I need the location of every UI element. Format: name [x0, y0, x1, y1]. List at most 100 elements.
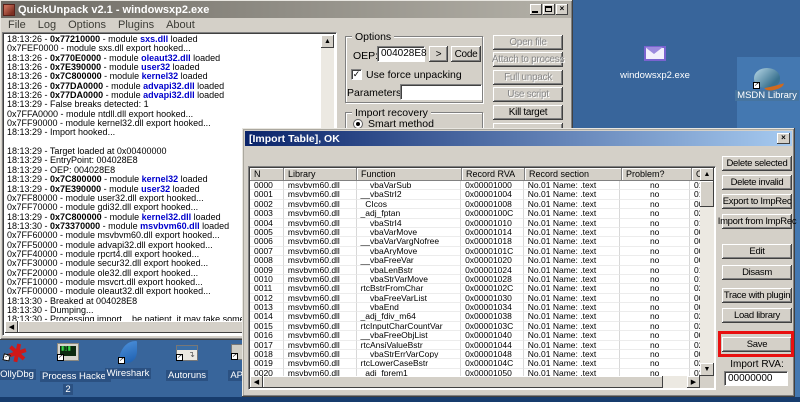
- table-cell: No.01 Name: .text: [524, 303, 621, 312]
- export-to-imprec-button[interactable]: Export to ImpRec: [722, 194, 792, 209]
- column-header-function[interactable]: Function: [357, 168, 462, 181]
- table-cell: no: [620, 228, 690, 237]
- scroll-left-icon[interactable]: ◀: [5, 321, 18, 333]
- table-cell: 0007: [250, 247, 284, 256]
- scrollbar-thumb[interactable]: [263, 376, 663, 388]
- open-file-button[interactable]: Open file: [493, 35, 563, 50]
- import-table-dialog: [Import Table], OK × N Library Function …: [242, 128, 795, 397]
- menu-file[interactable]: File: [8, 19, 26, 31]
- table-row[interactable]: 0017msvbvm60.dllrtcAnsiValueBstr0x000010…: [250, 341, 702, 350]
- scroll-up-icon[interactable]: ▲: [321, 35, 334, 48]
- table-row[interactable]: 0009msvbvm60.dll__vbaLenBstr0x00001024No…: [250, 266, 702, 275]
- kill-target-button[interactable]: Kill target: [493, 105, 563, 120]
- table-cell: __vbaAryMove: [357, 247, 462, 256]
- scroll-up-icon[interactable]: ▲: [700, 168, 714, 181]
- menu-plugins[interactable]: Plugins: [118, 19, 154, 31]
- code-button[interactable]: Code: [451, 46, 481, 62]
- table-cell: __vbaVarSub: [357, 181, 462, 190]
- desktop-icon-process-hacker[interactable]: ▮▯▮↗ Process Hacker 2: [40, 343, 96, 395]
- table-row[interactable]: 0015msvbvm60.dllrtcInputCharCountVar0x00…: [250, 322, 702, 331]
- table-row[interactable]: 0004msvbvm60.dll__vbaStrI40x00001010No.0…: [250, 219, 702, 228]
- parameters-input[interactable]: [400, 84, 482, 100]
- table-cell: __vbaStrI2: [357, 190, 462, 199]
- oep-input[interactable]: 004028E8: [377, 46, 425, 62]
- scroll-right-icon[interactable]: ▶: [687, 376, 700, 388]
- delete-selected-button[interactable]: Delete selected: [722, 156, 792, 171]
- table-horizontal-scrollbar[interactable]: ◀ ▶: [250, 376, 700, 388]
- scrollbar-thumb[interactable]: [18, 321, 248, 333]
- scroll-down-icon[interactable]: ▼: [700, 363, 714, 376]
- table-row[interactable]: 0014msvbvm60.dll_adj_fdiv_m640x00001038N…: [250, 312, 702, 321]
- load-library-button[interactable]: Load library: [722, 308, 792, 323]
- table-row[interactable]: 0002msvbvm60.dll_CIcos0x00001008No.01 Na…: [250, 200, 702, 209]
- column-header-record-rva[interactable]: Record RVA: [462, 168, 525, 181]
- table-cell: 0003: [250, 209, 284, 218]
- table-vertical-scrollbar[interactable]: ▲ ▼: [700, 168, 714, 376]
- quickunpack-app-icon: [3, 4, 15, 16]
- table-row[interactable]: 0018msvbvm60.dll__vbaStrErrVarCopy0x0000…: [250, 350, 702, 359]
- table-cell: No.01 Name: .text: [524, 219, 621, 228]
- table-cell: No.01 Name: .text: [524, 322, 621, 331]
- column-header-n[interactable]: N: [250, 168, 284, 181]
- table-row[interactable]: 0013msvbvm60.dll__vbaEnd0x00001034No.01 …: [250, 303, 702, 312]
- table-row[interactable]: 0001msvbvm60.dll__vbaStrI20x00001004No.0…: [250, 190, 702, 199]
- trace-with-plugin-button[interactable]: Trace with plugin: [722, 288, 792, 303]
- table-cell: no: [620, 256, 690, 265]
- table-row[interactable]: 0019msvbvm60.dllrtcLowerCaseBstr0x000010…: [250, 359, 702, 368]
- maximize-button[interactable]: [543, 4, 555, 15]
- close-icon[interactable]: ×: [777, 133, 790, 144]
- table-cell: No.01 Name: .text: [524, 341, 621, 350]
- table-row[interactable]: 0005msvbvm60.dll__vbaVarMove0x00001014No…: [250, 228, 702, 237]
- force-unpacking-checkbox[interactable]: ✓: [351, 69, 362, 80]
- desktop-icon-autoruns[interactable]: ↴↗ Autoruns: [159, 345, 215, 381]
- table-row[interactable]: 0012msvbvm60.dll__vbaFreeVarList0x000010…: [250, 294, 702, 303]
- delete-invalid-button[interactable]: Delete invalid: [722, 175, 792, 190]
- table-cell: no: [620, 294, 690, 303]
- table-row[interactable]: 0003msvbvm60.dll_adj_fptan0x0000100CNo.0…: [250, 209, 702, 218]
- column-header-library[interactable]: Library: [284, 168, 357, 181]
- table-cell: msvbvm60.dll: [284, 312, 357, 321]
- menu-log[interactable]: Log: [38, 19, 56, 31]
- menu-about[interactable]: About: [166, 19, 195, 31]
- table-cell: __vbaEnd: [357, 303, 462, 312]
- table-row[interactable]: 0016msvbvm60.dll__vbaFreeObjList0x000010…: [250, 331, 702, 340]
- dialog-title: [Import Table], OK: [249, 133, 340, 145]
- disasm-button[interactable]: Disasm: [722, 265, 792, 280]
- dialog-title-bar[interactable]: [Import Table], OK ×: [245, 131, 792, 146]
- table-cell: No.01 Name: .text: [524, 209, 621, 218]
- oep-arrow-button[interactable]: >: [429, 46, 448, 62]
- desktop-icon-windowsxp2[interactable]: windowsxp2.exe: [610, 46, 700, 81]
- table-cell: msvbvm60.dll: [284, 303, 357, 312]
- column-header-record-section[interactable]: Record section: [525, 168, 622, 181]
- desktop-icon-ollydbg[interactable]: ✱↗ OllyDbg: [0, 341, 45, 380]
- table-cell: 0000: [250, 181, 284, 190]
- menu-options[interactable]: Options: [68, 19, 106, 31]
- table-cell: rtcAnsiValueBstr: [357, 341, 462, 350]
- edit-button[interactable]: Edit: [722, 244, 792, 259]
- scrollbar-thumb[interactable]: [700, 181, 714, 207]
- desktop-icon-label: OllyDbg: [0, 369, 36, 380]
- use-script-button[interactable]: Use script: [493, 87, 563, 102]
- desktop-icon-msdn-library[interactable]: ↗ MSDN Library: [734, 68, 800, 101]
- minimize-button[interactable]: [530, 4, 542, 15]
- table-row[interactable]: 0000msvbvm60.dll__vbaVarSub0x00001000No.…: [250, 181, 702, 190]
- window-title-bar[interactable]: QuickUnpack v2.1 - windowsxp2.exe ×: [1, 1, 571, 18]
- table-cell: 0x00001024: [461, 266, 524, 275]
- attach-to-process-button[interactable]: Attach to process: [493, 52, 563, 67]
- table-cell: No.01 Name: .text: [524, 181, 621, 190]
- table-row[interactable]: 0011msvbvm60.dllrtcBstrFromChar0x0000102…: [250, 284, 702, 293]
- table-cell: no: [620, 312, 690, 321]
- table-row[interactable]: 0007msvbvm60.dll__vbaAryMove0x0000101CNo…: [250, 247, 702, 256]
- table-row[interactable]: 0010msvbvm60.dll__vbaStrVarMove0x0000102…: [250, 275, 702, 284]
- import-from-imprec-button[interactable]: Import from ImpRec: [722, 214, 792, 229]
- import-rva-input[interactable]: 00000000: [724, 371, 788, 386]
- table-row[interactable]: 0006msvbvm60.dll__vbaVarVargNofree0x0000…: [250, 237, 702, 246]
- close-icon[interactable]: ×: [556, 4, 568, 15]
- full-unpack-button[interactable]: Full unpack: [493, 70, 563, 85]
- desktop-icon-wireshark[interactable]: ↗ Wireshark: [100, 341, 156, 379]
- table-cell: msvbvm60.dll: [284, 275, 357, 284]
- column-header-problem[interactable]: Problem?: [622, 168, 692, 181]
- desktop-bottom-strip: [0, 397, 800, 402]
- table-row[interactable]: 0008msvbvm60.dll__vbaFreeVar0x00001020No…: [250, 256, 702, 265]
- scroll-left-icon[interactable]: ◀: [250, 376, 263, 388]
